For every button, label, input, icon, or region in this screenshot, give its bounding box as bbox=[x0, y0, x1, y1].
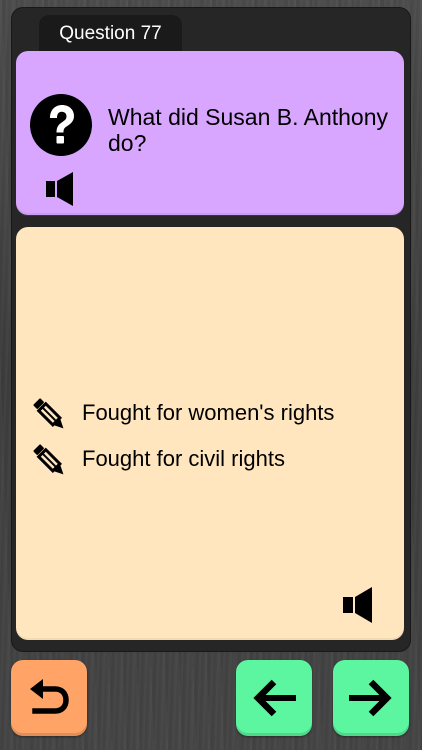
question-speaker-icon[interactable] bbox=[46, 172, 76, 206]
answer-text: Fought for civil rights bbox=[82, 446, 285, 471]
question-text: What did Susan B. Anthony do? bbox=[108, 104, 389, 156]
back-button[interactable] bbox=[11, 660, 87, 736]
question-number-tab: Question 77 bbox=[39, 15, 182, 55]
next-button[interactable] bbox=[333, 660, 409, 736]
answer-text: Fought for women's rights bbox=[82, 400, 335, 425]
question-number-label: Question 77 bbox=[59, 23, 162, 44]
question-mark-icon bbox=[30, 94, 92, 156]
previous-button[interactable] bbox=[236, 660, 312, 736]
question-card: What did Susan B. Anthony do? bbox=[16, 51, 404, 215]
answer-item: Fought for civil rights bbox=[30, 439, 390, 481]
pencil-icon bbox=[30, 395, 70, 435]
answer-card: Fought for women's rights Fought for civ… bbox=[16, 227, 404, 640]
undo-arrow-icon bbox=[30, 679, 69, 714]
right-arrow-icon bbox=[349, 679, 392, 717]
left-arrow-icon bbox=[253, 679, 296, 717]
pencil-icon bbox=[30, 441, 70, 481]
answer-item: Fought for women's rights bbox=[30, 393, 390, 435]
answer-speaker-icon[interactable] bbox=[343, 587, 375, 623]
